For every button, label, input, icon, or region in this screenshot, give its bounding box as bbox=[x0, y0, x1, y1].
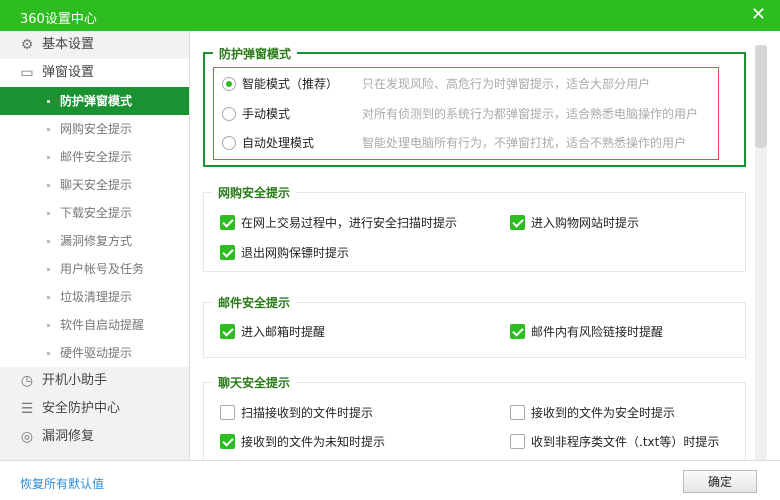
mail-section: 邮件安全提示 进入邮箱时提醒 邮件内有风险链接时提醒 bbox=[203, 294, 746, 358]
restore-defaults-link[interactable]: 恢复所有默认值 bbox=[20, 475, 104, 492]
chat-section: 聊天安全提示 扫描接收到的文件时提示 接收到的文件为安全时提示 接收到的文件为未… bbox=[203, 374, 746, 460]
sidebar-group-protection[interactable]: ☰ 安全防护中心 bbox=[0, 395, 189, 423]
close-icon[interactable]: ✕ bbox=[751, 4, 766, 25]
checkbox[interactable] bbox=[220, 245, 235, 260]
section-title: 防护弹窗模式 bbox=[213, 45, 298, 62]
checkbox-non-program[interactable]: 收到非程序类文件（.txt等）时提示 bbox=[510, 433, 719, 450]
radio-label: 自动处理模式 bbox=[242, 136, 315, 150]
checkbox[interactable] bbox=[510, 405, 525, 420]
sidebar: ⚙ 基本设置 ▭ 弹窗设置 防护弹窗模式 网购安全提示 邮件安全提示 聊天安全提示 … bbox=[0, 31, 190, 466]
checkbox-label: 在网上交易过程中，进行安全扫描时提示 bbox=[241, 216, 458, 230]
checkbox-shopping-scan[interactable]: 在网上交易过程中，进行安全扫描时提示 bbox=[220, 214, 457, 231]
radio-desc: 只在发现风险、高危行为时弹窗提示，适合大部分用户 bbox=[362, 77, 651, 91]
sidebar-group-repair[interactable]: ◎ 漏洞修复 bbox=[0, 423, 189, 451]
checkbox-label: 邮件内有风险链接时提醒 bbox=[531, 325, 664, 339]
sidebar-item-popup-mode[interactable]: 防护弹窗模式 bbox=[0, 87, 189, 115]
sidebar-item-vuln[interactable]: 漏洞修复方式 bbox=[0, 227, 189, 255]
mode-options: 智能模式（推荐） 只在发现风险、高危行为时弹窗提示，适合大部分用户 手动模式 对所有… bbox=[213, 67, 719, 160]
settings-panel: 防护弹窗模式 智能模式（推荐） 只在发现风险、高危行为时弹窗提示，适合大部分用户 … bbox=[190, 31, 780, 460]
checkbox-risky-link[interactable]: 邮件内有风险链接时提醒 bbox=[510, 323, 663, 340]
checkbox[interactable] bbox=[510, 324, 525, 339]
checkbox-label: 进入邮箱时提醒 bbox=[241, 325, 326, 339]
radio-desc: 智能处理电脑所有行为，不弹窗打扰，适合不熟悉操作的用户 bbox=[362, 136, 687, 150]
checkbox[interactable] bbox=[220, 215, 235, 230]
sidebar-item-driver[interactable]: 硬件驱动提示 bbox=[0, 339, 189, 367]
section-title: 邮件安全提示 bbox=[212, 294, 297, 311]
ok-button[interactable]: 确定 bbox=[683, 470, 757, 493]
checkbox[interactable] bbox=[220, 324, 235, 339]
sidebar-group-popup[interactable]: ▭ 弹窗设置 bbox=[0, 59, 189, 87]
checkbox-label: 接收到的文件为安全时提示 bbox=[531, 406, 676, 420]
sidebar-item-download[interactable]: 下载安全提示 bbox=[0, 199, 189, 227]
checkbox[interactable] bbox=[510, 215, 525, 230]
sidebar-group-label: 开机小助手 bbox=[42, 373, 108, 388]
checkbox-label: 接收到的文件为未知时提示 bbox=[241, 435, 386, 449]
sidebar-item-shopping[interactable]: 网购安全提示 bbox=[0, 115, 189, 143]
section-title: 聊天安全提示 bbox=[212, 374, 297, 391]
checkbox-label: 收到非程序类文件（.txt等）时提示 bbox=[531, 435, 720, 449]
checkbox-exit-guard[interactable]: 退出网购保镖时提示 bbox=[220, 244, 349, 261]
radio-smart-mode[interactable]: 智能模式（推荐） 只在发现风险、高危行为时弹窗提示，适合大部分用户 bbox=[222, 75, 650, 92]
window-icon: ▭ bbox=[20, 65, 34, 81]
sidebar-group-label: 弹窗设置 bbox=[42, 65, 95, 80]
shopping-section: 网购安全提示 在网上交易过程中，进行安全扫描时提示 进入购物网站时提示 退出网购… bbox=[203, 184, 746, 272]
sidebar-item-autostart[interactable]: 软件自启动提醒 bbox=[0, 311, 189, 339]
sidebar-group-label: 漏洞修复 bbox=[42, 429, 95, 444]
radio-indicator[interactable] bbox=[222, 106, 236, 121]
footer: 恢复所有默认值 确定 bbox=[0, 460, 780, 500]
sidebar-group-boot[interactable]: ◷ 开机小助手 bbox=[0, 367, 189, 395]
radio-label: 智能模式（推荐） bbox=[242, 77, 339, 91]
section-title: 网购安全提示 bbox=[212, 184, 297, 201]
sidebar-item-chat[interactable]: 聊天安全提示 bbox=[0, 171, 189, 199]
window-title: 360设置中心 bbox=[20, 12, 97, 27]
radio-indicator[interactable] bbox=[222, 135, 236, 150]
sidebar-group-label: 基本设置 bbox=[42, 37, 95, 52]
radio-manual-mode[interactable]: 手动模式 对所有侦测到的系统行为都弹窗提示，适合熟悉电脑操作的用户 bbox=[222, 105, 698, 122]
checkbox-label: 扫描接收到的文件时提示 bbox=[241, 406, 374, 420]
checkbox-enter-mailbox[interactable]: 进入邮箱时提醒 bbox=[220, 323, 325, 340]
repair-icon: ◎ bbox=[20, 429, 34, 445]
sidebar-group-label: 安全防护中心 bbox=[42, 401, 121, 416]
checkbox-received-unknown[interactable]: 接收到的文件为未知时提示 bbox=[220, 433, 385, 450]
scrollbar[interactable] bbox=[755, 45, 767, 460]
checkbox-label: 退出网购保镖时提示 bbox=[241, 246, 350, 260]
sidebar-group-basic[interactable]: ⚙ 基本设置 bbox=[0, 31, 189, 59]
radio-desc: 对所有侦测到的系统行为都弹窗提示，适合熟悉电脑操作的用户 bbox=[362, 107, 699, 121]
checkbox-label: 进入购物网站时提示 bbox=[531, 216, 640, 230]
stopwatch-icon: ◷ bbox=[20, 373, 34, 389]
checkbox-enter-shop[interactable]: 进入购物网站时提示 bbox=[510, 214, 639, 231]
radio-label: 手动模式 bbox=[242, 107, 291, 121]
radio-auto-mode[interactable]: 自动处理模式 智能处理电脑所有行为，不弹窗打扰，适合不熟悉操作的用户 bbox=[222, 134, 686, 151]
checkbox[interactable] bbox=[220, 434, 235, 449]
checkbox-received-safe[interactable]: 接收到的文件为安全时提示 bbox=[510, 404, 675, 421]
radio-indicator[interactable] bbox=[222, 76, 236, 91]
shield-grid-icon: ☰ bbox=[20, 401, 34, 417]
checkbox-scan-received[interactable]: 扫描接收到的文件时提示 bbox=[220, 404, 373, 421]
checkbox[interactable] bbox=[220, 405, 235, 420]
title-bar: 360设置中心 ✕ bbox=[0, 0, 780, 31]
gear-icon: ⚙ bbox=[20, 37, 34, 53]
scrollbar-thumb[interactable] bbox=[755, 45, 767, 148]
checkbox[interactable] bbox=[510, 434, 525, 449]
sidebar-item-mail[interactable]: 邮件安全提示 bbox=[0, 143, 189, 171]
popup-mode-section: 防护弹窗模式 智能模式（推荐） 只在发现风险、高危行为时弹窗提示，适合大部分用户 … bbox=[203, 45, 746, 167]
sidebar-item-account[interactable]: 用户帐号及任务 bbox=[0, 255, 189, 283]
sidebar-item-cleanup[interactable]: 垃圾清理提示 bbox=[0, 283, 189, 311]
